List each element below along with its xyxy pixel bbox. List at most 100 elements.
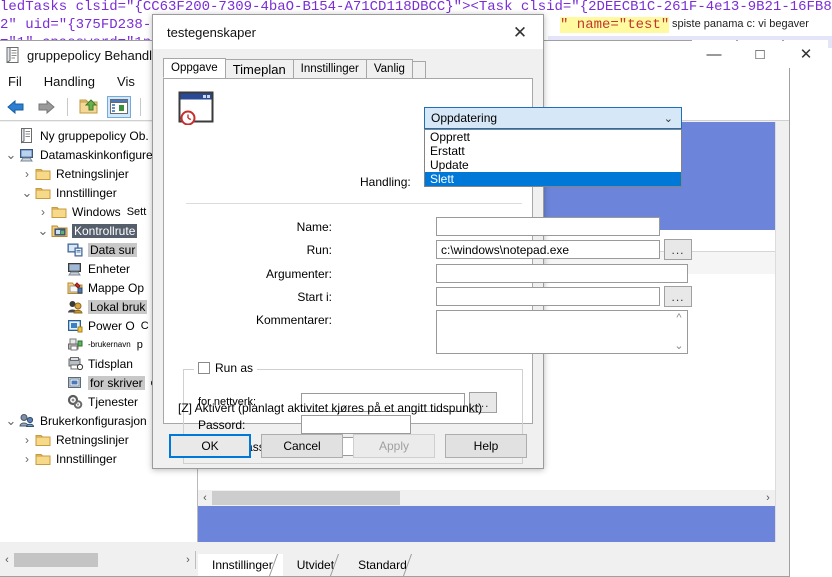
details-vscrollbar[interactable] xyxy=(775,122,789,542)
printer2-icon xyxy=(67,375,84,391)
tree-item-suffix: C xyxy=(140,319,149,332)
toolbar-separator xyxy=(67,97,68,116)
status-text: [Z] Aktivert (planlagt aktivitet kjøres … xyxy=(178,401,483,415)
run-label: Run: xyxy=(306,243,332,257)
chevron-down-icon: ⌄ xyxy=(663,113,673,125)
password-input[interactable] xyxy=(301,415,411,434)
help-button[interactable]: Help xyxy=(445,434,527,458)
gpo-icon xyxy=(19,127,36,144)
dropdown-option-erstatt[interactable]: Erstatt xyxy=(425,144,681,158)
back-arrow-icon[interactable] xyxy=(4,96,28,118)
bottom-tab-standard[interactable]: Standard xyxy=(344,554,423,576)
tree-hscroll-left[interactable]: ‹ xyxy=(0,554,14,566)
up-folder-icon[interactable] xyxy=(77,96,101,118)
chevron-right-icon[interactable]: › xyxy=(19,452,35,466)
chevron-down-icon[interactable]: ⌄ xyxy=(3,414,19,427)
apply-button: Apply xyxy=(353,434,435,458)
bottom-tab-label: Utvidet xyxy=(296,558,335,572)
menu-item-handling[interactable]: Handling xyxy=(44,74,95,89)
bottom-tab-utvidet[interactable]: Utvidet xyxy=(282,554,351,576)
printer-icon xyxy=(67,337,84,353)
bottom-tabs[interactable]: Innstillinger Utvidet Standard xyxy=(196,542,423,576)
startin-input[interactable] xyxy=(436,287,660,306)
folder-icon xyxy=(35,432,52,448)
startin-browse-button[interactable]: ... xyxy=(664,286,692,307)
tree-hscroll-right[interactable]: › xyxy=(181,554,195,566)
hscroll-left-arrow[interactable]: ‹ xyxy=(198,492,212,504)
chevron-down-icon[interactable]: ⌄ xyxy=(19,186,35,199)
toolbar-separator-2 xyxy=(140,97,141,116)
forward-arrow-icon[interactable] xyxy=(34,96,58,118)
comments-label: Kommentarer: xyxy=(255,313,332,327)
xml-line-2-left: 2" uid="{375FD238-9 xyxy=(0,17,160,33)
task-properties-dialog: testegenskaper ✕ Oppgave Timeplan Innsti… xyxy=(152,14,692,469)
handling-label: Handling: xyxy=(360,175,411,189)
ok-button[interactable]: OK xyxy=(169,434,251,458)
run-input[interactable]: c:\windows\notepad.exe xyxy=(436,240,660,259)
local-users-icon xyxy=(67,299,84,315)
scheduled-tasks-icon xyxy=(67,356,84,372)
folder-special-icon xyxy=(51,223,68,239)
show-hide-tree-icon[interactable] xyxy=(107,95,131,118)
dialog-title-text: testegenskaper xyxy=(167,24,256,40)
runas-label: Run as xyxy=(215,361,254,375)
dropdown-option-opprett[interactable]: Opprett xyxy=(425,130,681,144)
dialog-tabs[interactable]: Oppgave Timeplan Innstillinger Vanlig xyxy=(163,58,533,79)
scheduled-task-icon xyxy=(178,91,216,125)
maximize-icon[interactable]: □ xyxy=(738,40,782,68)
tree-hscroll-thumb[interactable] xyxy=(14,553,98,567)
datasource-icon xyxy=(67,242,84,258)
tab-oppgave[interactable]: Oppgave xyxy=(163,58,226,78)
dropdown-option-update[interactable]: Update xyxy=(425,158,681,172)
chevron-down-icon[interactable]: ⌄ xyxy=(35,224,51,237)
action-combobox[interactable]: Oppdatering ⌄ xyxy=(424,107,682,129)
hscroll-thumb[interactable] xyxy=(212,491,400,505)
xml-name-attr: " name="test" xyxy=(560,17,670,33)
chevron-right-icon[interactable]: › xyxy=(35,205,51,219)
tab-innstillinger[interactable]: Innstillinger xyxy=(292,59,367,78)
details-hscrollbar[interactable]: ‹ › xyxy=(198,490,775,506)
tree-hscrollbar[interactable]: ‹ › xyxy=(0,551,196,569)
arguments-input[interactable] xyxy=(436,264,688,283)
chevron-down-icon[interactable]: ⌄ xyxy=(3,148,19,161)
tree-item-label: Retningslinjer xyxy=(56,432,129,447)
dialog-close-icon[interactable]: ✕ xyxy=(503,19,537,47)
tab-timeplan-label: Timeplan xyxy=(232,61,286,77)
close-icon[interactable]: ✕ xyxy=(784,40,828,68)
bottom-tab-label: Standard xyxy=(358,558,407,572)
tab-vanlig-label: Vanlig xyxy=(373,63,405,75)
minimize-icon[interactable]: — xyxy=(692,40,736,68)
tree-item-label: Retningslinjer xyxy=(56,166,129,181)
hscroll-right-arrow[interactable]: › xyxy=(761,492,775,504)
tree-item-label: Tjenester xyxy=(88,394,139,409)
dialog-titlebar: testegenskaper xyxy=(153,15,543,49)
tree-item-label: -brukernavn xyxy=(88,340,131,349)
services-icon xyxy=(67,394,84,410)
startin-label-row: Start i: xyxy=(204,290,332,304)
tree-item-label: Power O xyxy=(88,318,135,333)
bottom-tab-label: Innstillinger xyxy=(212,558,273,572)
tab-timeplan[interactable]: Timeplan xyxy=(224,59,294,78)
comments-textarea[interactable]: ^ ⌄ xyxy=(436,310,688,354)
menu-item-vis[interactable]: Vis xyxy=(117,74,135,89)
runas-checkbox[interactable] xyxy=(198,362,210,374)
cancel-button[interactable]: Cancel xyxy=(261,434,343,458)
comments-scroll-down-icon[interactable]: ⌄ xyxy=(674,339,683,352)
chevron-right-icon[interactable]: › xyxy=(19,433,35,447)
folder-icon xyxy=(35,166,52,182)
name-input[interactable] xyxy=(436,217,660,236)
chevron-right-icon[interactable]: › xyxy=(19,167,35,181)
action-combobox-value: Oppdatering xyxy=(431,111,498,125)
action-dropdown-list[interactable]: Opprett Erstatt Update Slett xyxy=(424,129,682,187)
run-browse-button[interactable]: ... xyxy=(664,239,692,260)
dropdown-option-slett[interactable]: Slett xyxy=(425,172,681,186)
tree-item-suffix: Sett xyxy=(126,205,147,218)
tree-item-label: Brukerkonfigurasjon xyxy=(40,413,147,428)
tab-overflow-stub[interactable] xyxy=(411,61,426,78)
bottom-tab-innstillinger[interactable]: Innstillinger xyxy=(198,554,289,576)
tab-vanlig[interactable]: Vanlig xyxy=(365,59,413,78)
menu-item-fil[interactable]: Fil xyxy=(8,74,22,89)
folder-icon xyxy=(51,204,68,220)
arguments-label-row: Argumenter: xyxy=(204,267,332,281)
comments-scroll-up-icon[interactable]: ^ xyxy=(676,312,681,324)
